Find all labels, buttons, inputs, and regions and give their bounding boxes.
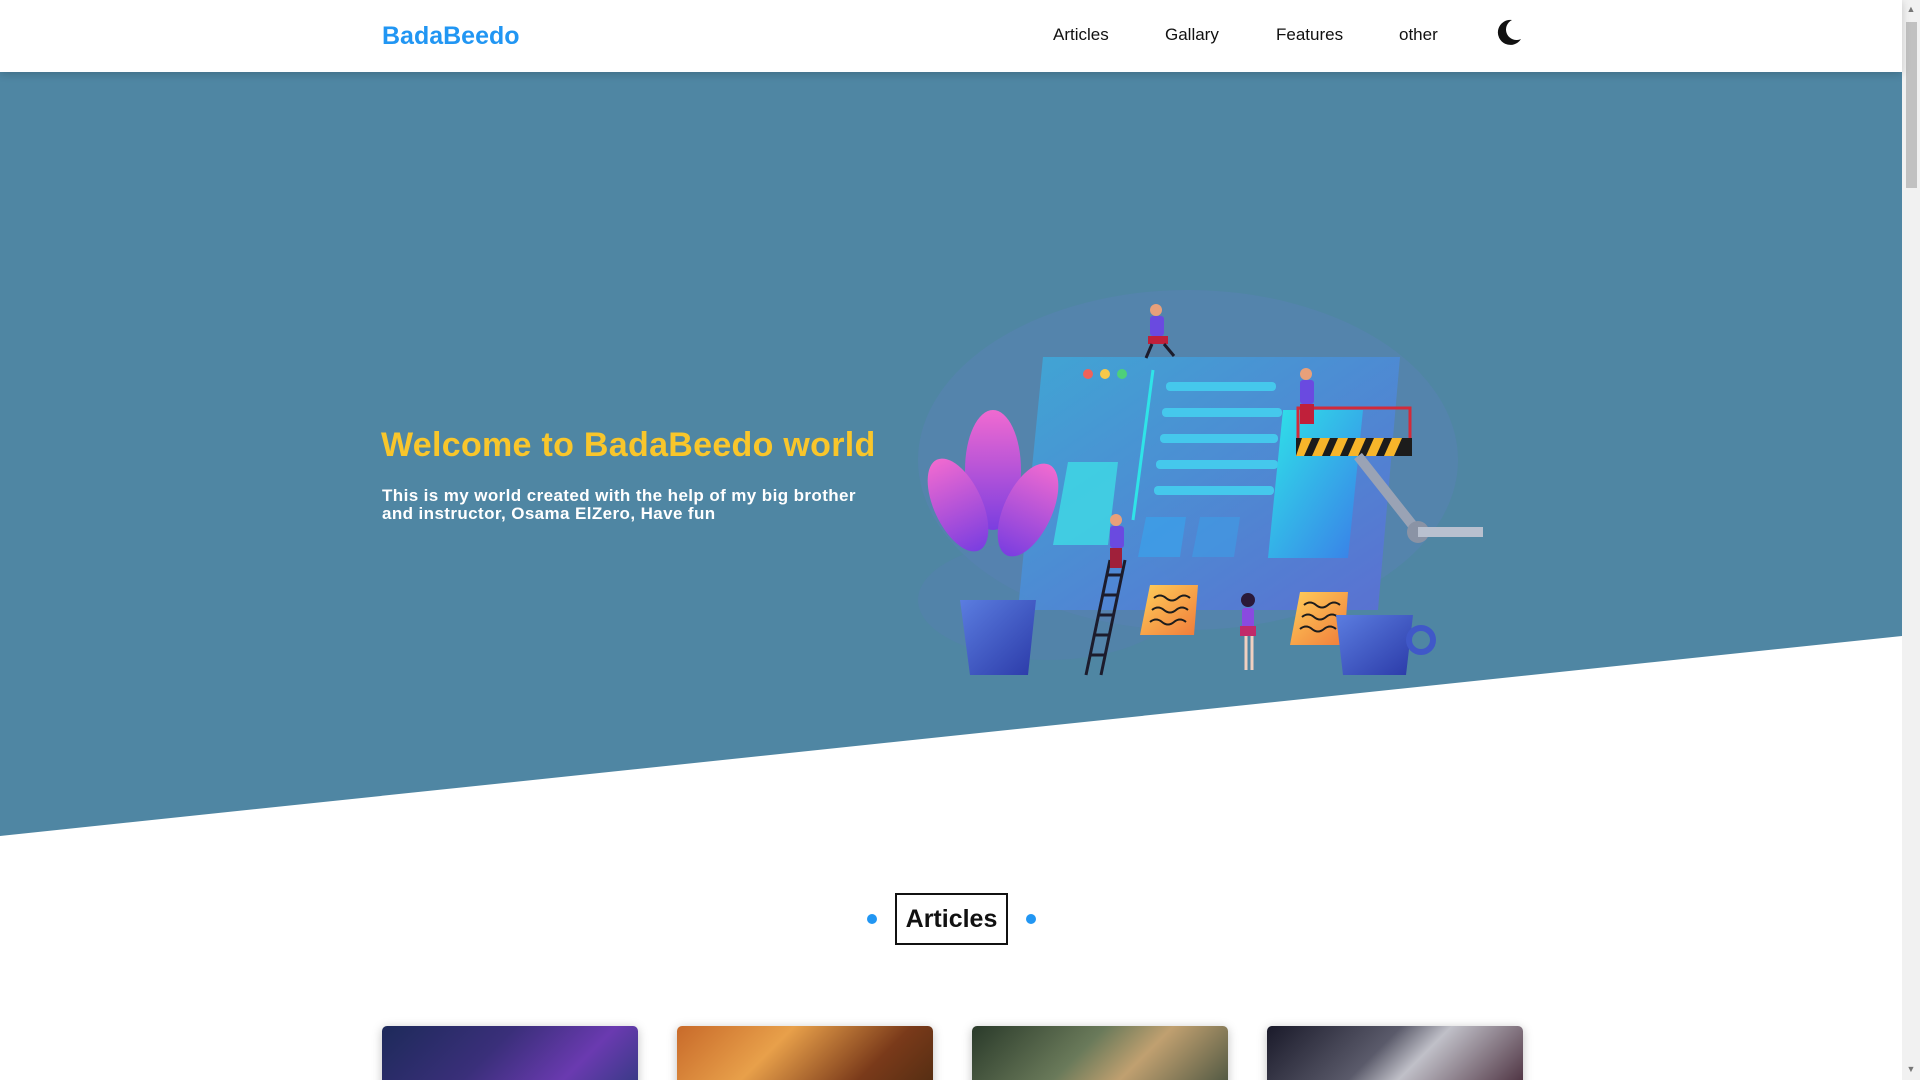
nav-link-gallary[interactable]: Gallary <box>1165 25 1219 45</box>
hero-title: Welcome to BadaBeedo world <box>381 426 876 464</box>
articles-heading-row: Articles <box>0 893 1902 945</box>
hero-text: This is my world created with the help o… <box>382 486 856 523</box>
nav-link-features[interactable]: Features <box>1276 25 1343 45</box>
article-card-2[interactable] <box>677 1026 933 1080</box>
site-logo[interactable]: BadaBeedo <box>382 22 520 51</box>
heading-dot-right <box>1026 914 1036 924</box>
scroll-down-arrow-icon[interactable]: ▼ <box>1906 1064 1916 1074</box>
scroll-up-arrow-icon[interactable]: ▲ <box>1906 4 1916 14</box>
article-card-1[interactable] <box>382 1026 638 1080</box>
page-scrollbar[interactable]: ▲ ▼ <box>1902 0 1920 1080</box>
hero-illustration <box>918 290 1483 676</box>
article-card-4[interactable] <box>1267 1026 1523 1080</box>
hero-section: Welcome to BadaBeedo world This is my wo… <box>0 72 1902 836</box>
articles-heading: Articles <box>895 893 1008 945</box>
nav-link-articles[interactable]: Articles <box>1053 25 1109 45</box>
article-card-3[interactable] <box>972 1026 1228 1080</box>
scrollbar-thumb[interactable] <box>1906 22 1917 188</box>
moon-icon[interactable] <box>1494 17 1524 47</box>
heading-dot-left <box>867 914 877 924</box>
nav-link-other[interactable]: other <box>1399 25 1438 45</box>
site-header: BadaBeedo Articles Gallary Features othe… <box>0 0 1902 72</box>
